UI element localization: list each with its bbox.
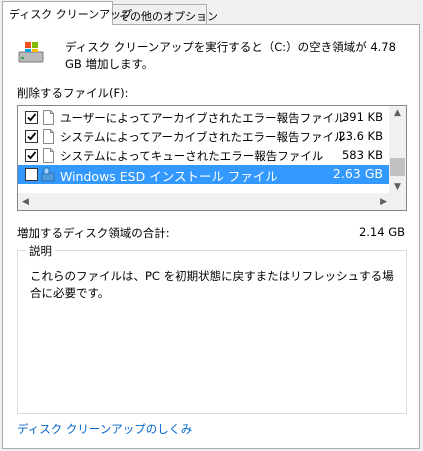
tab-panel: ディスク クリーンアップを実行すると（C:）の空き領域が 4.78 GB 増加し… <box>2 24 420 449</box>
windows-installer-icon <box>41 167 55 182</box>
list-item[interactable]: ユーザーによってアーカイブされたエラー報告ファイル 391 KB <box>18 108 391 127</box>
checkbox[interactable] <box>25 111 38 124</box>
tab-strip: ディスク クリーンアップ その他のオプション <box>0 0 423 25</box>
list-item[interactable]: システムによってキューされたエラー報告ファイル 583 KB <box>18 146 391 165</box>
list-item-selected[interactable]: Windows ESD インストール ファイル 2.63 GB <box>18 165 391 184</box>
scrollbar-corner <box>389 193 406 210</box>
drive-cleanup-icon <box>17 40 45 68</box>
list-item-label: ユーザーによってアーカイブされたエラー報告ファイル <box>60 111 346 125</box>
tab-disk-cleanup[interactable]: ディスク クリーンアップ <box>2 1 132 25</box>
list-item-size: 2.63 GB <box>332 166 383 181</box>
horizontal-scrollbar[interactable]: ◀ ▶ <box>18 193 391 210</box>
file-icon <box>43 129 54 144</box>
header-description: ディスク クリーンアップを実行すると（C:）の空き領域が 4.78 GB 増加し… <box>65 40 396 71</box>
file-icon <box>43 110 54 125</box>
checkbox[interactable] <box>25 168 38 181</box>
vertical-scrollbar[interactable]: ▲ ▼ <box>389 106 406 194</box>
list-item-label: Windows ESD インストール ファイル <box>60 169 278 184</box>
total-space-value: 2.14 GB <box>358 225 405 239</box>
scroll-right-icon[interactable]: ▶ <box>380 197 387 207</box>
list-item[interactable]: システムによってアーカイブされたエラー報告ファイル 23.6 KB <box>18 127 391 146</box>
scroll-down-icon[interactable]: ▼ <box>394 182 401 192</box>
description-title: 説明 <box>26 243 55 259</box>
description-text: これらのファイルは、PC を初期状態に戻すまたはリフレッシュする場合に必要です。 <box>30 269 394 300</box>
list-item-label: システムによってキューされたエラー報告ファイル <box>60 149 324 163</box>
total-space-label: 増加するディスク領域の合計: <box>17 226 170 240</box>
description-group: 説明 これらのファイルは、PC を初期状態に戻すまたはリフレッシュする場合に必要… <box>17 243 407 414</box>
checkbox[interactable] <box>25 130 38 143</box>
files-to-delete-label: 削除するファイル(F): <box>17 86 129 100</box>
list-item-label: システムによってアーカイブされたエラー報告ファイル <box>60 130 346 144</box>
files-listbox[interactable]: ユーザーによってアーカイブされたエラー報告ファイル 391 KB システムによっ… <box>17 105 407 211</box>
list-item-size: 583 KB <box>341 148 383 162</box>
scroll-up-icon[interactable]: ▲ <box>394 108 401 118</box>
list-item-size: 391 KB <box>341 110 383 124</box>
file-icon <box>43 148 54 163</box>
scroll-left-icon[interactable]: ◀ <box>22 197 29 207</box>
scrollbar-thumb[interactable] <box>390 158 405 176</box>
list-item-size: 23.6 KB <box>338 129 383 143</box>
checkbox[interactable] <box>25 149 38 162</box>
help-link[interactable]: ディスク クリーンアップのしくみ <box>17 421 192 437</box>
